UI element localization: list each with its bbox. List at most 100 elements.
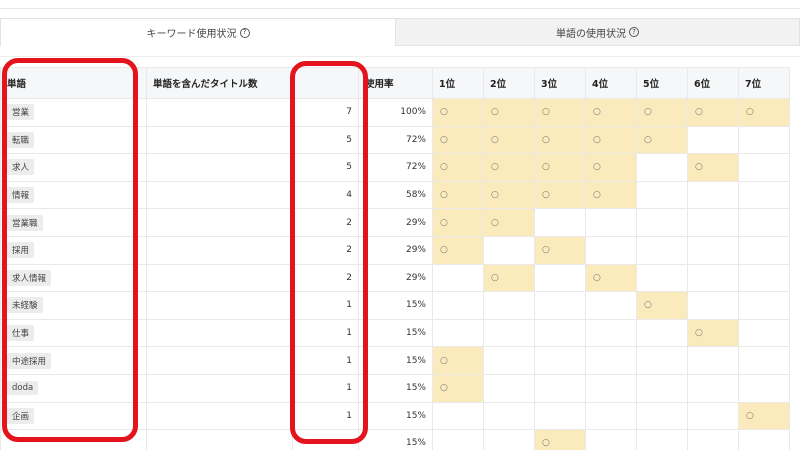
- rank-2-cell: [483, 401, 535, 431]
- rank-5-cell: ○: [636, 98, 688, 127]
- rank-5-cell: ○: [636, 291, 688, 320]
- word-chip[interactable]: 営業職: [7, 214, 43, 231]
- used-mark: ○: [593, 162, 601, 173]
- rank-4-cell: ○: [585, 125, 637, 155]
- used-mark: ○: [440, 107, 448, 118]
- title-count-cell: [146, 125, 293, 155]
- table-row: 求人 5 72% ○ ○ ○ ○ ○: [0, 153, 790, 182]
- word-cell: 中途採用: [0, 346, 147, 375]
- table-body: 営業 7 100% ○ ○ ○ ○ ○ ○ ○ 転職 5 72% ○ ○ ○ ○ ○ 求人 5 72% ○ ○ ○ ○ ○ 情報 4 5…: [0, 98, 790, 450]
- tab-keyword-usage[interactable]: キーワード使用状況 ?: [0, 18, 396, 46]
- word-chip[interactable]: 未経験: [7, 297, 43, 314]
- table-row: 情報 4 58% ○ ○ ○ ○: [0, 180, 790, 210]
- word-chip[interactable]: 求人: [7, 159, 35, 176]
- used-mark: ○: [491, 217, 499, 228]
- table-row: 転職 5 72% ○ ○ ○ ○ ○: [0, 125, 790, 155]
- used-mark: ○: [491, 272, 499, 283]
- rank-1-cell: [432, 429, 484, 450]
- rate-cell: 72%: [358, 153, 433, 182]
- rank-2-cell: [483, 429, 535, 450]
- rate-cell: 58%: [358, 180, 433, 210]
- used-mark: ○: [440, 217, 448, 228]
- header-rank-1: 1位: [432, 67, 484, 99]
- rank-2-cell: [483, 291, 535, 320]
- word-chip[interactable]: 営業: [7, 104, 35, 121]
- title-count-cell: [146, 263, 293, 293]
- word-chip[interactable]: 採用: [7, 242, 35, 259]
- word-chip[interactable]: 仕事: [7, 325, 35, 342]
- tab-bar: キーワード使用状況 ? 単語の使用状況 ?: [0, 18, 800, 46]
- rank-3-cell: ○: [534, 235, 586, 265]
- table-header-row: 単語 単語を含んだタイトル数 使用率 1位 2位 3位 4位 5位 6位 7位: [0, 67, 790, 99]
- rank-1-cell: ○: [432, 98, 484, 127]
- rank-1-cell: [432, 401, 484, 431]
- rank-1-cell: ○: [432, 373, 484, 403]
- help-icon[interactable]: ?: [629, 27, 639, 37]
- section-divider: [0, 56, 800, 57]
- used-mark: ○: [542, 162, 550, 173]
- rank-6-cell: ○: [687, 318, 739, 348]
- rate-cell: 29%: [358, 263, 433, 293]
- used-mark: ○: [695, 107, 703, 118]
- word-chip[interactable]: 情報: [7, 187, 35, 204]
- help-icon[interactable]: ?: [239, 27, 250, 38]
- word-chip[interactable]: 企画: [7, 407, 35, 424]
- rank-2-cell: ○: [483, 263, 535, 293]
- used-mark: ○: [440, 355, 448, 366]
- rank-3-cell: ○: [534, 429, 586, 450]
- rank-2-cell: [483, 235, 535, 265]
- rank-5-cell: [636, 235, 688, 265]
- title-count-cell: [146, 98, 293, 127]
- used-mark: ○: [542, 107, 550, 118]
- used-mark: ○: [593, 134, 601, 145]
- used-mark: ○: [542, 438, 550, 449]
- count-cell: 5: [292, 153, 359, 182]
- rank-4-cell: [585, 318, 637, 348]
- rank-5-cell: [636, 153, 688, 182]
- word-chip[interactable]: 中途採用: [7, 352, 52, 369]
- header-rank-5: 5位: [636, 67, 688, 99]
- word-cell: 情報: [0, 180, 147, 210]
- word-chip[interactable]: 転職: [7, 131, 35, 148]
- header-title-count: 単語を含んだタイトル数: [146, 67, 293, 99]
- used-mark: ○: [491, 190, 499, 201]
- word-chip[interactable]: 求人情報: [7, 269, 52, 286]
- rank-5-cell: [636, 429, 688, 450]
- tab-word-usage-label: 単語の使用状況: [556, 28, 626, 40]
- used-mark: ○: [491, 107, 499, 118]
- used-mark: ○: [440, 190, 448, 201]
- title-count-cell: [146, 373, 293, 403]
- word-chip[interactable]: doda: [7, 381, 39, 396]
- rank-7-cell: [738, 291, 790, 320]
- rank-7-cell: [738, 346, 790, 375]
- rank-3-cell: [534, 263, 586, 293]
- rank-5-cell: [636, 346, 688, 375]
- rank-6-cell: [687, 373, 739, 403]
- rank-1-cell: [432, 291, 484, 320]
- rank-5-cell: [636, 401, 688, 431]
- rank-6-cell: [687, 346, 739, 375]
- count-cell: 4: [292, 180, 359, 210]
- rate-cell: 15%: [358, 291, 433, 320]
- used-mark: ○: [440, 134, 448, 145]
- rank-2-cell: [483, 373, 535, 403]
- table-row: 仕事 1 15% ○: [0, 318, 790, 348]
- rate-cell: 29%: [358, 208, 433, 237]
- top-divider: [0, 8, 800, 9]
- used-mark: ○: [491, 162, 499, 173]
- rate-cell: 72%: [358, 125, 433, 155]
- title-count-cell: [146, 318, 293, 348]
- rank-3-cell: ○: [534, 98, 586, 127]
- count-cell: 1: [292, 318, 359, 348]
- rank-3-cell: [534, 318, 586, 348]
- rank-4-cell: ○: [585, 98, 637, 127]
- word-cell: 営業職: [0, 208, 147, 237]
- rank-1-cell: ○: [432, 235, 484, 265]
- rank-4-cell: ○: [585, 263, 637, 293]
- rank-7-cell: [738, 373, 790, 403]
- word-cell: 求人情報: [0, 263, 147, 293]
- tab-word-usage[interactable]: 単語の使用状況 ?: [396, 18, 800, 46]
- rank-2-cell: ○: [483, 153, 535, 182]
- rank-5-cell: [636, 373, 688, 403]
- rank-1-cell: ○: [432, 125, 484, 155]
